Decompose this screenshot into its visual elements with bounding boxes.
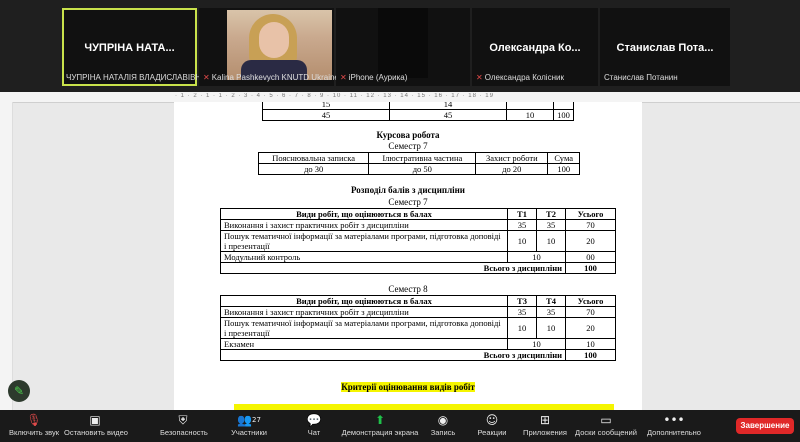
end-meeting-button[interactable]: Завершение	[736, 418, 794, 434]
participant-tile-2[interactable]: ✕ Kalina Pashkevych KNUTD Ukraine	[199, 8, 339, 86]
unmute-button[interactable]: 🎙 Включить звук	[6, 412, 62, 437]
people-icon: 👥27	[237, 413, 261, 427]
participant-video	[378, 8, 428, 78]
participant-name: iPhone (Аурика)	[348, 73, 408, 82]
participant-name-large: Олександра Ко...	[489, 42, 581, 54]
stop-video-button[interactable]: ▣ Остановить видео	[64, 412, 128, 437]
more-button[interactable]: ••• Дополнительно	[644, 412, 704, 437]
semester-7-label: Семестр 7	[388, 197, 428, 207]
shield-icon: ⛨	[178, 413, 188, 427]
table-row: Виконання і захист практичних робіт з ди…	[220, 219, 616, 231]
table-row: Всього з дисципліни 100	[220, 349, 616, 361]
participant-name: Станислав Потанин	[604, 73, 678, 82]
muted-mic-icon: ✕	[340, 73, 347, 82]
share-screen-icon: ⬆	[374, 413, 386, 427]
record-button[interactable]: ◉ Запись	[428, 412, 458, 437]
coursework-semester: Семестр 7	[388, 141, 428, 151]
participant-tile-1[interactable]: ЧУПРІНА НАТА... ЧУПРІНА НАТАЛІЯ ВЛАДИСЛА…	[62, 8, 207, 86]
distribution-title: Розподіл балів з дисципліни	[351, 185, 465, 195]
chat-button[interactable]: 💬 Чат	[300, 412, 328, 437]
reactions-button[interactable]: ☺ Реакции	[474, 412, 510, 437]
muted-mic-icon: ✕	[476, 73, 483, 82]
vertical-ruler	[0, 102, 13, 410]
meeting-toolbar: 🎙 Включить звук ▣ Остановить видео ⛨ Без…	[0, 410, 800, 442]
table-row: Всього з дисципліни 100	[220, 262, 616, 274]
participant-gallery: ЧУПРІНА НАТА... ЧУПРІНА НАТАЛІЯ ВЛАДИСЛА…	[0, 0, 800, 92]
chat-icon: 💬	[306, 413, 322, 427]
participant-name-large: ЧУПРІНА НАТА...	[84, 42, 175, 54]
participant-video	[227, 10, 332, 80]
security-button[interactable]: ⛨ Безопасность	[160, 412, 208, 437]
table-row: Пошук тематичної інформації за матеріала…	[220, 317, 616, 339]
ruler-ticks: · 1 · 2 · 1 · 1 · 2 · 3 · 4 · 5 · 6 · 7 …	[175, 93, 494, 99]
table-row: Пошук тематичної інформації за матеріала…	[220, 230, 616, 252]
participant-tile-4[interactable]: Олександра Ко... ✕ Олександра Колісник	[472, 8, 598, 86]
apps-button[interactable]: ⊞ Приложения	[520, 412, 570, 437]
participant-name: ЧУПРІНА НАТАЛІЯ ВЛАДИСЛАВІВНА	[66, 73, 207, 82]
smiley-icon: ☺	[485, 413, 499, 427]
annotate-pen-icon[interactable]: ✎	[8, 380, 30, 402]
semester-8-table: Види робіт, що оцінюються в балах T3 T4 …	[220, 295, 616, 361]
share-screen-button[interactable]: ⬆ Демонстрация экрана	[340, 412, 420, 437]
semester-8-label: Семестр 8	[388, 284, 428, 294]
table-row: Модульний контроль 10 00	[220, 251, 616, 263]
semester-7-table: Види робіт, що оцінюються в балах T1 T2 …	[220, 208, 616, 274]
participant-name: Олександра Колісник	[484, 73, 564, 82]
whiteboard-icon: ▭	[600, 413, 612, 427]
apps-icon: ⊞	[539, 413, 551, 427]
muted-mic-icon: ✕	[203, 73, 210, 82]
top-table: 15 14 45 45 10 100	[262, 102, 574, 121]
participant-name: Kalina Pashkevych KNUTD Ukraine	[211, 73, 339, 82]
table-row: Виконання і захист практичних робіт з ди…	[220, 306, 616, 318]
camera-icon: ▣	[89, 413, 101, 427]
table-row: Екзамен 10 10	[220, 338, 616, 350]
record-icon: ◉	[437, 413, 449, 427]
criteria-title: Критерії оцінювання видів робіт	[341, 382, 475, 392]
participant-tile-3[interactable]: ✕ iPhone (Аурика)	[336, 8, 470, 86]
whiteboard-button[interactable]: ▭ Доски сообщений	[574, 412, 638, 437]
coursework-title: Курсова робота	[376, 130, 440, 140]
mic-muted-icon: 🎙	[26, 413, 42, 427]
ellipsis-icon: •••	[663, 413, 685, 427]
participant-name-large: Станислав Пота...	[616, 42, 714, 54]
participant-tile-5[interactable]: Станислав Пота... Станислав Потанин	[600, 8, 730, 86]
participants-count: 27	[252, 416, 261, 424]
participants-button[interactable]: 👥27 Участники	[228, 412, 270, 437]
document-page: 15 14 45 45 10 100 Курсова робота Семест…	[174, 102, 642, 410]
coursework-table: Пояснювальна записка Ілюстративна частин…	[257, 152, 580, 175]
